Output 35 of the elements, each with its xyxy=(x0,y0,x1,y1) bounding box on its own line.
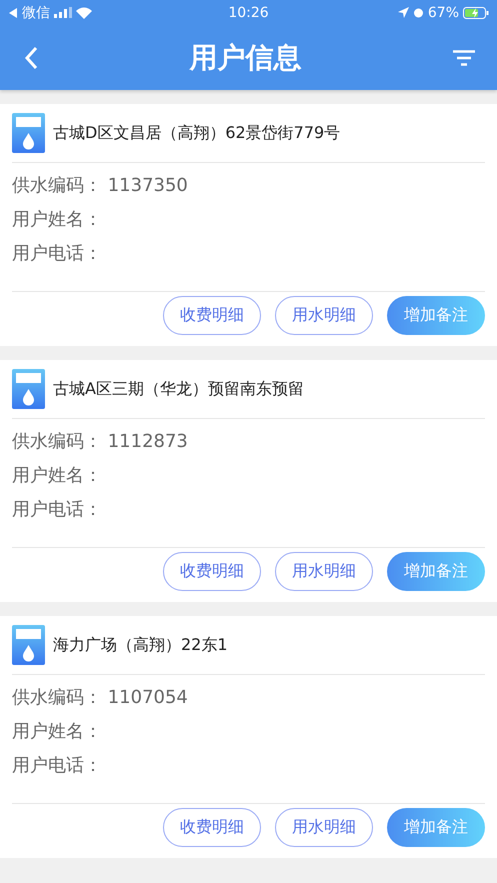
detail-button[interactable]: 收费明细 xyxy=(163,808,261,847)
add-note-button[interactable]: 增加备注 xyxy=(387,296,485,335)
detail-button[interactable]: 收费明细 xyxy=(163,552,261,591)
battery-icon xyxy=(463,6,490,18)
info-row-text: 用户电话： xyxy=(12,754,103,778)
info-row-text: 供水编码： 1107054 xyxy=(12,686,189,710)
detail-button[interactable]: 用水明细 xyxy=(275,552,373,591)
info-row-text: 供水编码： 1137350 xyxy=(12,174,189,198)
address-title: 古城A区三期（华龙）预留南东预留 xyxy=(53,378,304,400)
detail-button[interactable]: 收费明细 xyxy=(163,296,261,335)
add-note-button[interactable]: 增加备注 xyxy=(387,808,485,847)
back-app-label[interactable]: 微信 xyxy=(22,4,50,22)
water-meter-icon xyxy=(12,113,45,153)
address-title: 古城D区文昌居（高翔）62景岱街779号 xyxy=(53,122,340,144)
location-icon xyxy=(398,7,409,18)
water-meter-icon xyxy=(12,625,45,665)
page-title: 用户信息 xyxy=(190,40,302,76)
back-arrow-icon[interactable] xyxy=(8,8,18,18)
water-meter-icon xyxy=(12,369,45,409)
detail-button[interactable]: 用水明细 xyxy=(275,296,373,335)
detail-button[interactable]: 用水明细 xyxy=(275,808,373,847)
clock-time: 10:26 xyxy=(228,4,269,20)
info-row-text: 用户姓名： xyxy=(12,464,103,488)
address-title: 海力广场（高翔）22东1 xyxy=(53,634,228,656)
info-row-text: 用户电话： xyxy=(12,498,103,522)
battery-percent: 67% xyxy=(428,4,460,20)
info-row-text: 供水编码： 1112873 xyxy=(12,430,189,454)
info-row-text: 用户电话： xyxy=(12,242,103,266)
add-note-button[interactable]: 增加备注 xyxy=(387,552,485,591)
info-row-text: 用户姓名： xyxy=(12,720,103,744)
filter-icon[interactable] xyxy=(453,50,475,66)
back-icon[interactable] xyxy=(24,46,38,70)
info-row-text: 用户姓名： xyxy=(12,208,103,232)
signal-icon xyxy=(54,7,72,18)
wifi-icon xyxy=(76,6,92,18)
